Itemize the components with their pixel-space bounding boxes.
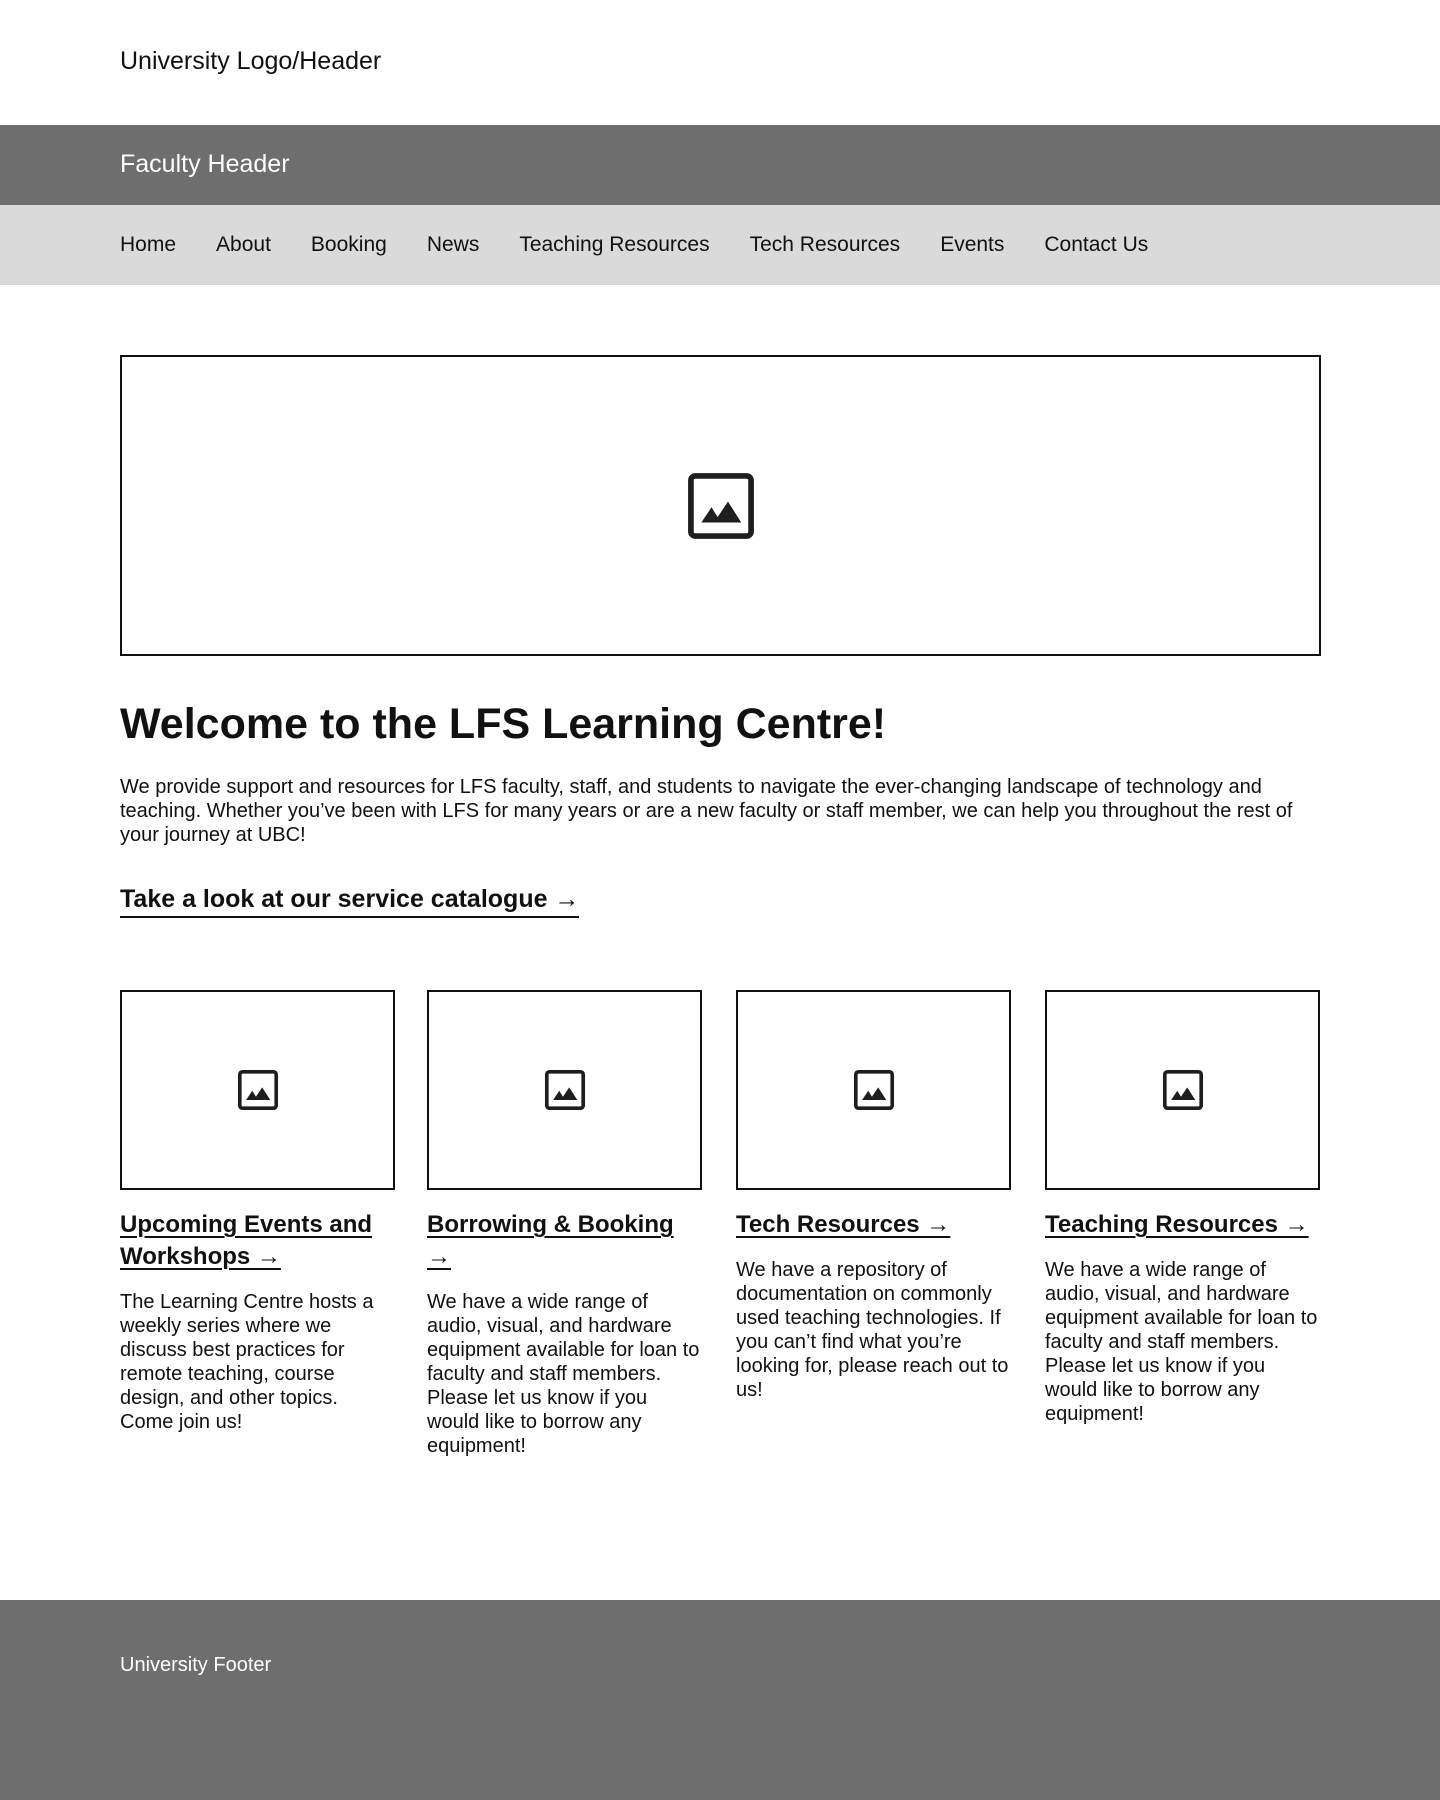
card-tech-resources: Tech Resources → We have a repository of… [736,990,1011,1402]
main-nav: Home About Booking News Teaching Resourc… [0,205,1440,285]
faculty-header-title: Faculty Header [120,150,290,178]
nav-item-home[interactable]: Home [120,233,176,257]
card-image[interactable] [736,990,1011,1190]
nav-item-teaching-resources[interactable]: Teaching Resources [519,233,709,257]
card-teaching-resources: Teaching Resources → We have a wide rang… [1045,990,1320,1426]
university-footer: University Footer [0,1600,1440,1800]
card-title-link[interactable]: Upcoming Events and Workshops → [120,1211,372,1270]
image-placeholder-icon [683,468,759,544]
faculty-header: Faculty Header [0,125,1440,205]
nav-item-news[interactable]: News [427,233,480,257]
card-title-link[interactable]: Teaching Resources → [1045,1211,1309,1238]
hero-image [120,355,1321,656]
card-description: The Learning Centre hosts a weekly serie… [120,1291,374,1433]
card-image[interactable] [1045,990,1320,1190]
card-description: We have a wide range of audio, visual, a… [427,1291,700,1457]
nav-item-booking[interactable]: Booking [311,233,387,257]
image-placeholder-icon [542,1067,588,1113]
nav-item-events[interactable]: Events [940,233,1004,257]
card-description: We have a wide range of audio, visual, a… [1045,1259,1318,1425]
image-placeholder-icon [1160,1067,1206,1113]
card-title-link[interactable]: Tech Resources → [736,1211,950,1238]
card-image[interactable] [427,990,702,1190]
service-catalogue-link[interactable]: Take a look at our service catalogue → [120,885,580,918]
nav-list: Home About Booking News Teaching Resourc… [120,233,1148,257]
card-description: We have a repository of documentation on… [736,1259,1009,1401]
nav-item-tech-resources[interactable]: Tech Resources [750,233,901,257]
card-title-link[interactable]: Borrowing & Booking → [427,1211,674,1270]
welcome-description: We provide support and resources for LFS… [120,776,1293,846]
nav-item-about[interactable]: About [216,233,271,257]
feature-cards: Upcoming Events and Workshops → The Lear… [120,990,1320,1457]
image-placeholder-icon [851,1067,897,1113]
university-logo-header[interactable]: University Logo/Header [120,47,381,76]
card-events: Upcoming Events and Workshops → The Lear… [120,990,395,1434]
page-title: Welcome to the LFS Learning Centre! [120,700,887,748]
nav-item-contact-us[interactable]: Contact Us [1044,233,1148,257]
card-borrowing-booking: Borrowing & Booking → We have a wide ran… [427,990,702,1458]
university-header: University Logo/Header [0,0,1440,125]
card-image[interactable] [120,990,395,1190]
footer-text: University Footer [120,1654,272,1676]
image-placeholder-icon [235,1067,281,1113]
